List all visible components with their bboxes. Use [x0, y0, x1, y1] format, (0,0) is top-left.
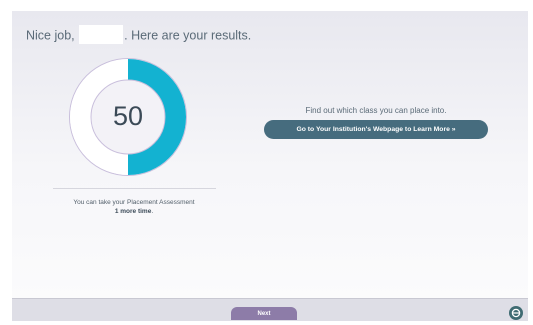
- headline-suffix: . Here are your results.: [124, 28, 252, 43]
- attempts-count: 1 more time: [114, 208, 152, 215]
- institution-webpage-button[interactable]: Go to Your Institution's Webpage to Lear…: [264, 120, 488, 139]
- attempts-remaining-text: You can take your Placement Assessment: [73, 199, 195, 206]
- help-icon[interactable]: [509, 306, 523, 320]
- student-name-redacted: [79, 25, 124, 44]
- divider: [53, 188, 216, 189]
- headline-prefix: Nice job,: [26, 28, 75, 43]
- placement-prompt: Find out which class you can place into.: [305, 106, 447, 115]
- attempts-suffix: .: [151, 208, 154, 215]
- page-title: Nice job, . Here are your results.: [26, 25, 252, 44]
- next-button[interactable]: Next: [231, 307, 297, 320]
- help-icon-glyph: [511, 308, 521, 318]
- attempts-remaining-count: 1 more time.: [40, 208, 228, 215]
- score-value: 50: [112, 101, 144, 131]
- app-frame: Nice job, . Here are your results. 50 Yo…: [0, 0, 533, 321]
